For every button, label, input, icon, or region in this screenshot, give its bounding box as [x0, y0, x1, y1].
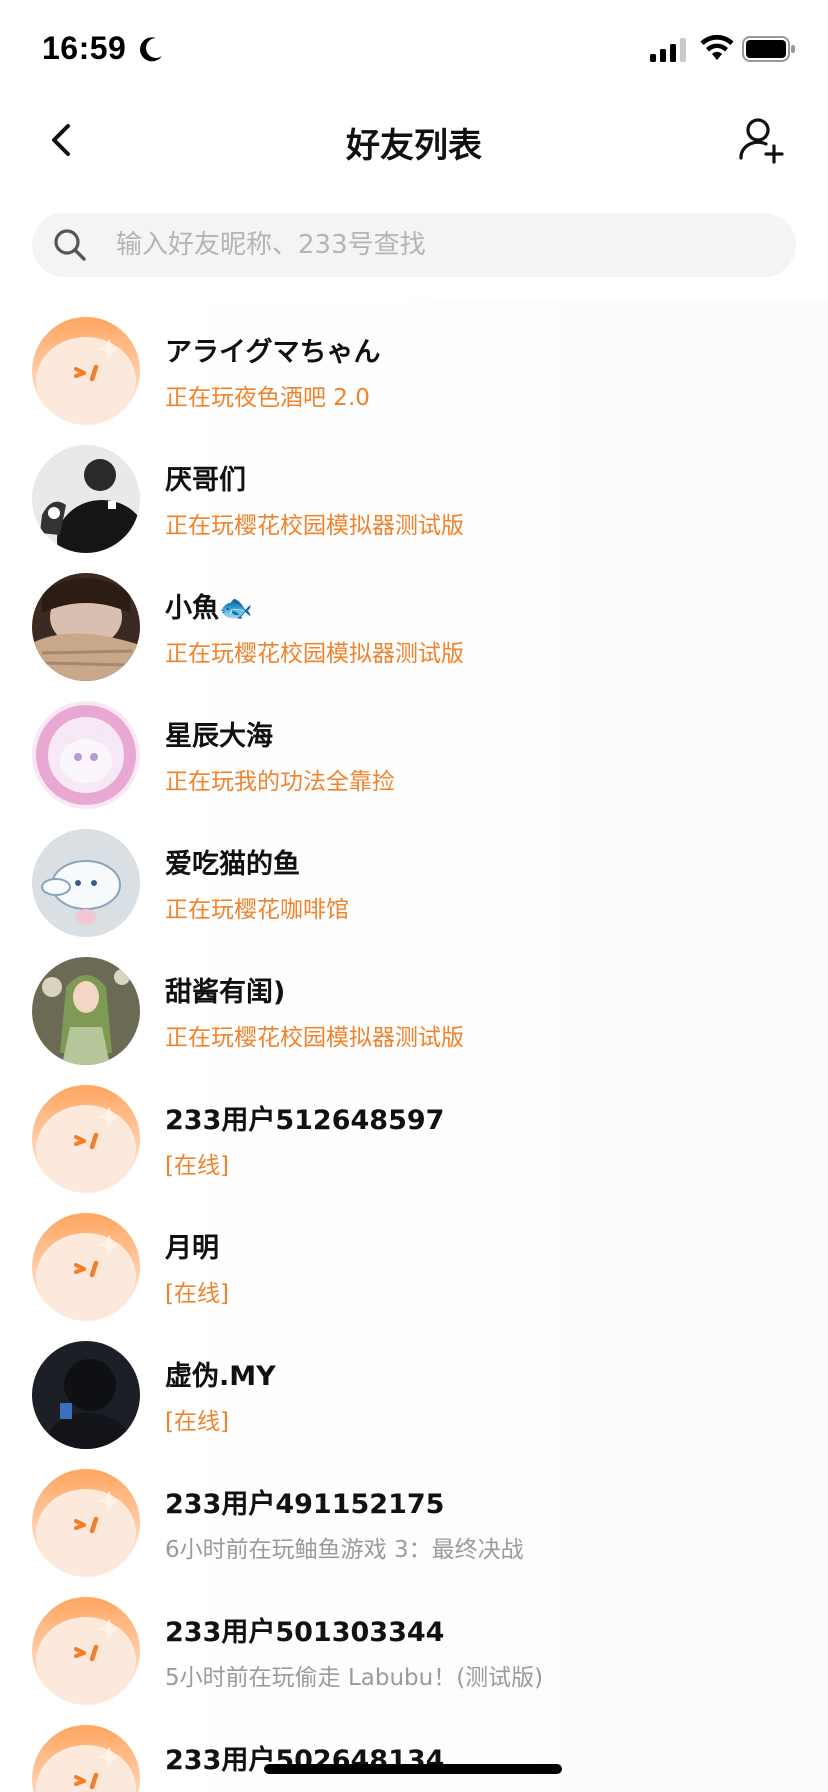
- friend-list-item[interactable]: 甜酱有闺) 正在玩樱花校园模拟器测试版: [0, 940, 828, 1068]
- search-input[interactable]: [102, 213, 786, 277]
- avatar[interactable]: [32, 957, 140, 1065]
- friend-name: 233用户501303344: [165, 1617, 445, 1648]
- friend-status: [在线]: [165, 1409, 229, 1435]
- friend-name: 星辰大海: [165, 721, 273, 752]
- friend-status: 5小时前在玩偷走 Labubu！(测试版): [165, 1665, 544, 1691]
- friend-name: 月明: [165, 1233, 219, 1264]
- friend-name: 233用户491152175: [165, 1489, 445, 1520]
- avatar[interactable]: [32, 317, 140, 425]
- avatar[interactable]: [32, 1725, 140, 1792]
- status-bar: 16:59: [0, 0, 828, 100]
- avatar[interactable]: [32, 1085, 140, 1193]
- friend-list-screen: 16:59 好友列表 输入好友昵称、233号查找 アライグマちゃん 正在玩夜色酒…: [0, 0, 828, 1792]
- avatar[interactable]: [32, 829, 140, 937]
- friend-name: 爱吃猫的鱼: [165, 849, 300, 880]
- nav-header: 好友列表: [0, 100, 828, 180]
- avatar[interactable]: [32, 1341, 140, 1449]
- friend-name: 甜酱有闺): [165, 977, 286, 1008]
- friend-status: [在线]: [165, 1281, 229, 1307]
- friend-list-item[interactable]: 233用户502648134: [0, 1708, 828, 1792]
- friend-list-item[interactable]: 厌哥们 正在玩樱花校园模拟器测试版: [0, 428, 828, 556]
- wifi-icon: [700, 34, 734, 60]
- friend-list-item[interactable]: 233用户501303344 5小时前在玩偷走 Labubu！(测试版): [0, 1580, 828, 1708]
- friend-list-item[interactable]: 爱吃猫的鱼 正在玩樱花咖啡馆: [0, 812, 828, 940]
- friend-list-item[interactable]: 星辰大海 正在玩我的功法全靠捡: [0, 684, 828, 812]
- friend-status: 正在玩樱花校园模拟器测试版: [165, 513, 464, 539]
- avatar[interactable]: [32, 1469, 140, 1577]
- friend-list-item[interactable]: 233用户491152175 6小时前在玩鲉鱼游戏 3：最终决战: [0, 1452, 828, 1580]
- friend-list: アライグマちゃん 正在玩夜色酒吧 2.0 厌哥们 正在玩樱花校园模拟器测试版 小…: [0, 300, 828, 1792]
- friend-name: 233用户512648597: [165, 1105, 445, 1136]
- avatar[interactable]: [32, 701, 140, 809]
- avatar[interactable]: [32, 1597, 140, 1705]
- avatar[interactable]: [32, 1213, 140, 1321]
- status-time: 16:59: [42, 30, 127, 66]
- friend-list-item[interactable]: 虚伪.MY [在线]: [0, 1324, 828, 1452]
- add-user-icon[interactable]: [736, 114, 788, 166]
- friend-name: 虚伪.MY: [165, 1361, 276, 1392]
- avatar[interactable]: [32, 573, 140, 681]
- friend-status: [在线]: [165, 1153, 229, 1179]
- friend-list-item[interactable]: 233用户512648597 [在线]: [0, 1068, 828, 1196]
- cellular-signal-icon: [650, 38, 686, 62]
- friend-name: アライグマちゃん: [165, 337, 381, 368]
- friend-name: 小魚🐟: [165, 593, 253, 624]
- friend-name: 厌哥们: [165, 465, 246, 496]
- friend-status: 6小时前在玩鲉鱼游戏 3：最终决战: [165, 1537, 524, 1563]
- page-title: 好友列表: [346, 126, 482, 166]
- friend-status: 正在玩樱花咖啡馆: [165, 897, 349, 923]
- moon-icon: [140, 37, 162, 62]
- friend-status: 正在玩樱花校园模拟器测试版: [165, 1025, 464, 1051]
- friend-status: 正在玩我的功法全靠捡: [165, 769, 395, 795]
- friend-status: 正在玩夜色酒吧 2.0: [165, 385, 370, 411]
- friend-list-item[interactable]: アライグマちゃん 正在玩夜色酒吧 2.0: [0, 300, 828, 428]
- search-icon: [54, 229, 86, 261]
- avatar[interactable]: [32, 445, 140, 553]
- friend-list-item[interactable]: 月明 [在线]: [0, 1196, 828, 1324]
- friend-list-item[interactable]: 小魚🐟 正在玩樱花校园模拟器测试版: [0, 556, 828, 684]
- battery-icon: [742, 36, 795, 62]
- row-background: [140, 1196, 828, 1324]
- home-indicator[interactable]: [264, 1764, 562, 1774]
- search-box[interactable]: [32, 213, 796, 277]
- friend-status: 正在玩樱花校园模拟器测试版: [165, 641, 464, 667]
